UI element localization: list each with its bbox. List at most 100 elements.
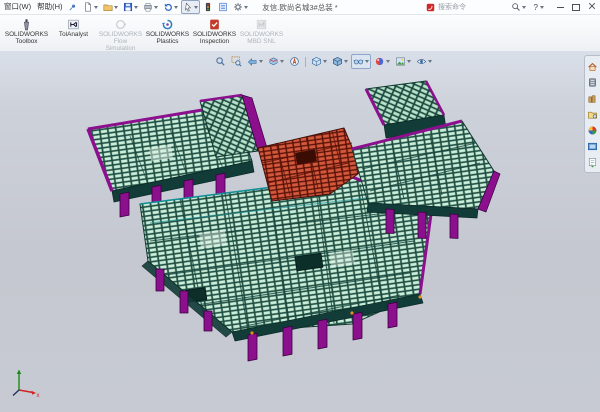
appearances-scenes-tab[interactable] [587,140,599,152]
file-explorer-tab[interactable] [587,108,599,120]
dropdown-caret[interactable] [280,60,284,63]
dropdown-caret[interactable] [407,60,411,63]
zoom-fit-icon [215,56,226,67]
resources-icon [587,77,598,88]
dropdown-caret[interactable] [194,6,198,9]
close-icon [588,2,596,10]
addin-label: SOLIDWORKSFlowSimulation [99,32,142,52]
open-button[interactable] [101,0,120,14]
dropdown-caret[interactable] [344,60,348,63]
new-button[interactable] [81,0,100,14]
display-style-button[interactable] [330,54,350,69]
toolbar-separator [305,57,306,67]
dropdown-caret[interactable] [134,6,138,9]
addin-label: TolAnalyst [59,32,88,39]
edit-appearance-button[interactable] [372,54,392,69]
save-icon [123,2,133,12]
display-style-icon [332,56,343,67]
dropdown-caret[interactable] [114,6,118,9]
quick-access-toolbar [81,0,250,14]
options-button[interactable] [231,0,250,14]
undo-button[interactable] [161,0,180,14]
window-controls [557,0,596,14]
custom-properties-tab[interactable] [587,156,599,168]
addin-solidworks-mbd-snl[interactable]: SOLIDWORKSMBD SNL [238,17,285,46]
addin-tolanalyst[interactable]: TolAnalyst [50,17,97,39]
dynamic-annotation-views-button[interactable] [287,54,302,69]
command-search-box[interactable]: 搜索命令 [426,1,504,13]
formwork-assembly-model[interactable] [0,51,600,412]
pin-menu-button[interactable] [68,3,77,12]
menu-item-w[interactable]: 窗口(W) [1,0,34,14]
apply-scene-button[interactable] [393,54,413,69]
minimize-icon [557,7,564,8]
addin-solidworks-flow-simulation[interactable]: SOLIDWORKSFlowSimulation [97,17,144,52]
dropdown-caret[interactable] [174,6,178,9]
select-button[interactable] [181,0,200,14]
solidworks-logo-icon [426,3,435,12]
z-axis [13,390,19,396]
view-palette-icon [587,125,598,136]
menu-bar: 窗口(W)帮助(H) [1,0,66,14]
apply-scene-icon [395,56,406,67]
view-palette-tab[interactable] [587,124,599,136]
previous-view-icon [247,56,258,67]
addin-solidworks-inspection[interactable]: SOLIDWORKSInspection [191,17,238,46]
view-orientation-button[interactable] [309,54,329,69]
addin-label: SOLIDWORKSPlastics [146,32,189,46]
toolbox-icon [20,18,33,31]
x-axis [19,390,33,393]
section-view-icon [268,56,279,67]
dropdown-caret[interactable] [259,60,263,63]
edit-appearance-icon [374,56,385,67]
zoom-area-icon [231,56,242,67]
close-button[interactable] [588,2,596,12]
solidworks-window: 窗口(W)帮助(H) 友信.欧尚名城3#总装 * 搜索命令 ? [0,0,600,412]
addin-solidworks-toolbox[interactable]: SOLIDWORKSToolbox [3,17,50,46]
home-icon [587,61,598,72]
rebuild-button[interactable] [201,0,215,14]
mbd-snl-icon [255,18,268,31]
view-orientation-icon [311,56,322,67]
section-view-button[interactable] [266,54,286,69]
menu-item-h[interactable]: 帮助(H) [34,0,65,14]
print-button[interactable] [141,0,160,14]
view-settings-button[interactable] [414,54,434,69]
dropdown-caret[interactable] [244,6,248,9]
magnifier-icon [511,2,521,12]
hide-show-items-button[interactable] [351,54,371,69]
tolanalyst-icon [67,18,80,31]
minimize-button[interactable] [557,7,564,8]
file-properties-button[interactable] [216,0,230,14]
help-button[interactable]: ? [534,1,544,13]
dropdown-caret[interactable] [365,60,369,63]
zoom-to-area-button[interactable] [229,54,244,69]
rebuild-traffic-light-icon [203,2,213,12]
dropdown-caret[interactable] [428,60,432,63]
solidworks-resources-tab[interactable] [587,76,599,88]
graphics-viewport[interactable]: x [0,51,600,412]
select-arrow-icon [183,2,193,12]
dropdown-caret[interactable] [94,6,98,9]
file-explorer-icon [587,109,598,120]
restore-button[interactable] [572,4,580,11]
addin-solidworks-plastics[interactable]: SOLIDWORKSPlastics [144,17,191,46]
open-folder-icon [103,2,113,12]
new-document-icon [83,2,93,12]
annotation-views-icon [289,56,300,67]
view-settings-icon [416,56,427,67]
previous-view-button[interactable] [245,54,265,69]
save-button[interactable] [121,0,140,14]
task-pane-tabs [584,55,600,173]
design-library-tab[interactable] [587,92,599,104]
search-dropdown-button[interactable] [511,1,526,13]
file-properties-icon [218,2,228,12]
zoom-to-fit-button[interactable] [213,54,228,69]
dropdown-caret[interactable] [323,60,327,63]
home-tab[interactable] [587,60,599,72]
dropdown-caret[interactable] [154,6,158,9]
dropdown-caret[interactable] [386,60,390,63]
flow-simulation-icon [114,18,127,31]
addin-label: SOLIDWORKSMBD SNL [240,32,283,46]
print-icon [143,2,153,12]
